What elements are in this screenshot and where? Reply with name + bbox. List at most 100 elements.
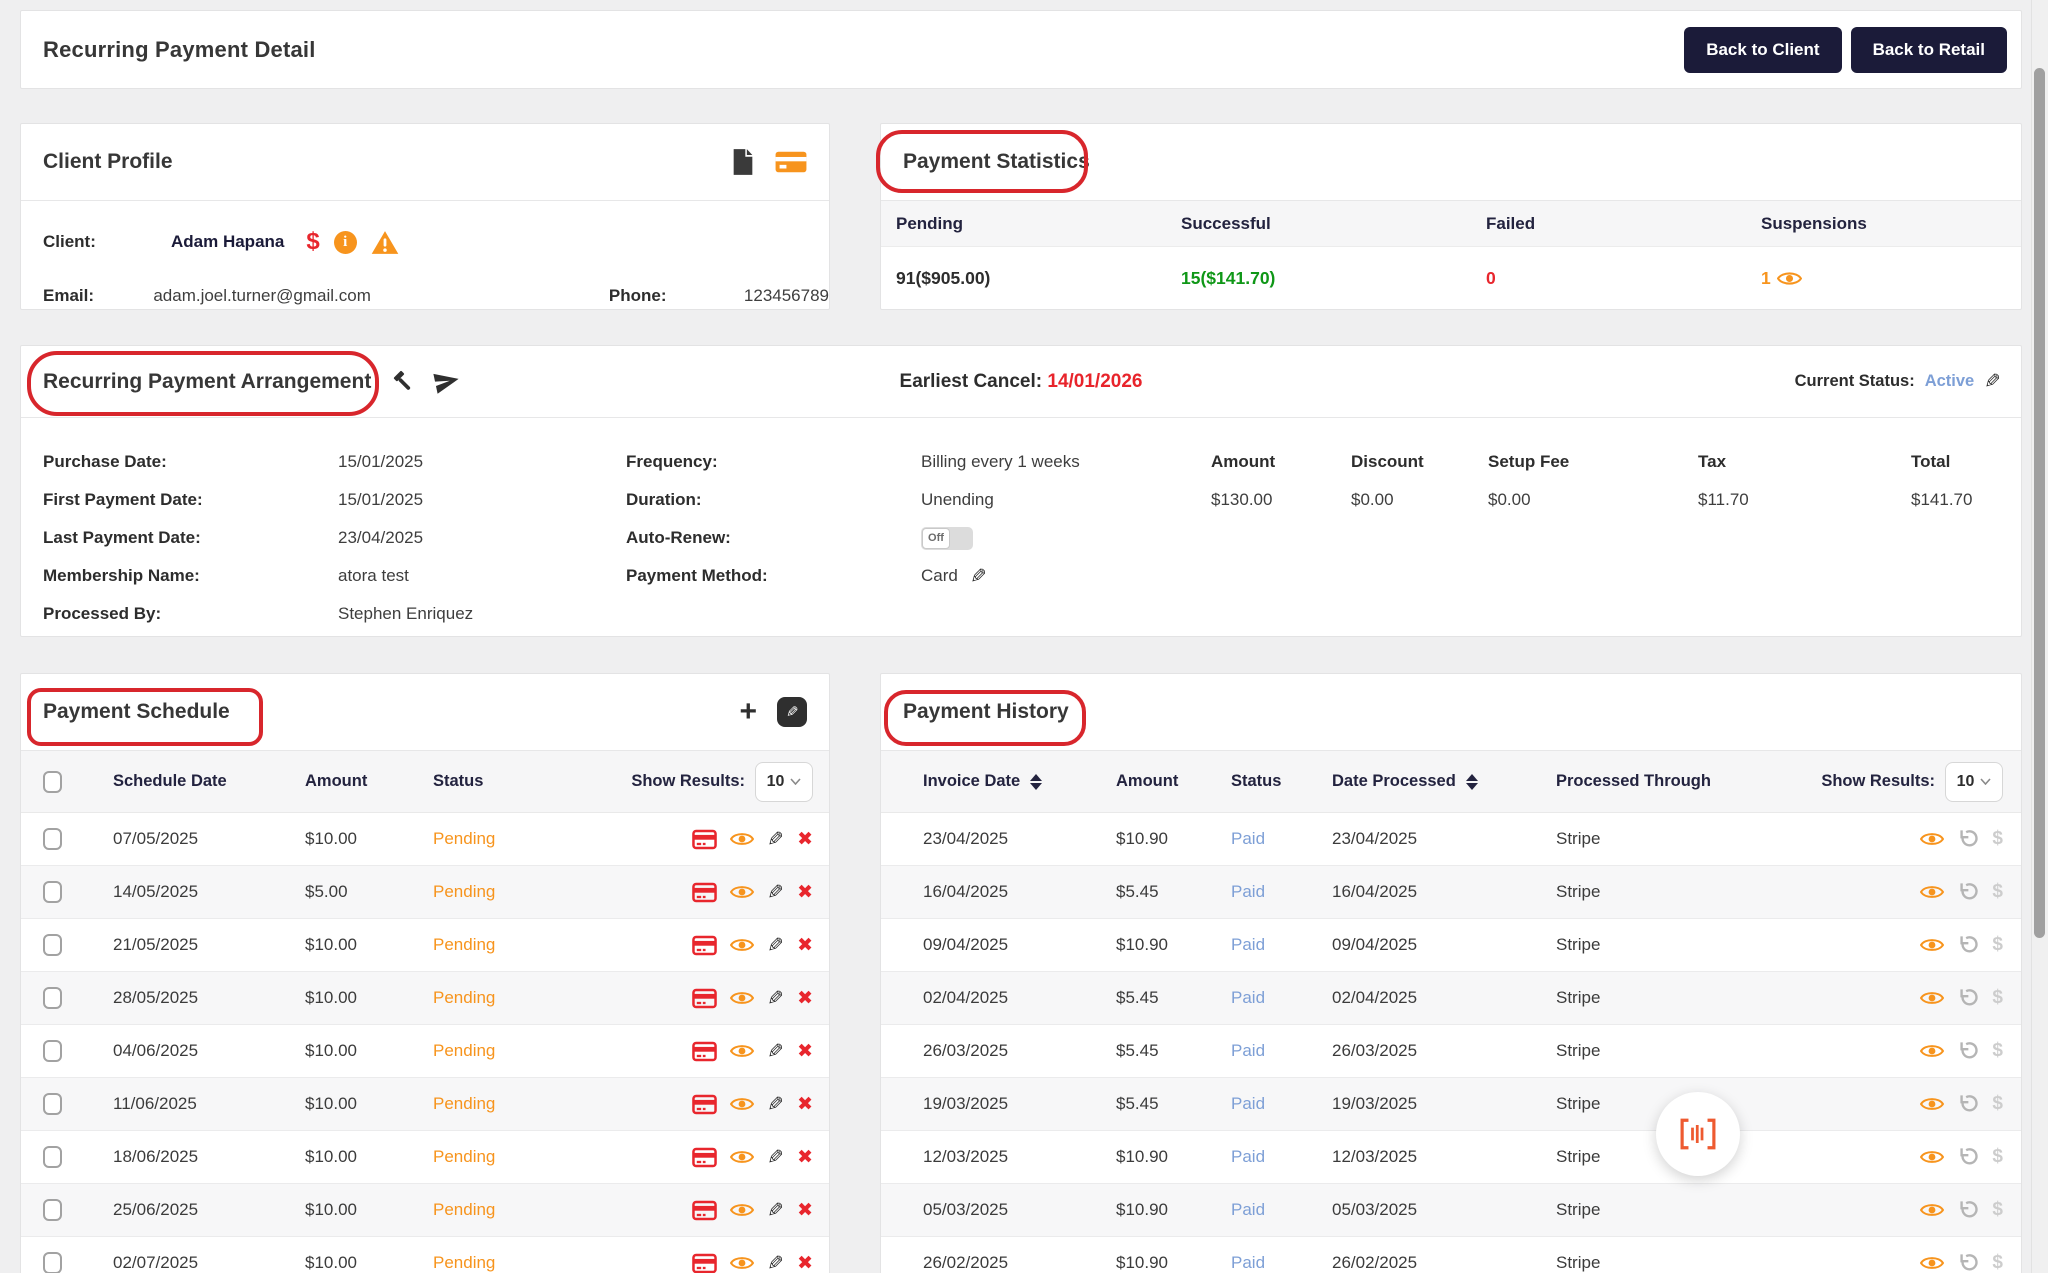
refund-icon[interactable] [1957, 1252, 1979, 1273]
charge-card-icon[interactable] [692, 935, 717, 956]
back-to-retail-button[interactable]: Back to Retail [1851, 27, 2007, 73]
charge-card-icon[interactable] [692, 829, 717, 850]
charge-amount-icon[interactable]: $ [1992, 934, 2003, 956]
refund-icon[interactable] [1957, 1093, 1979, 1115]
edit-schedule-icon[interactable]: ✎ [767, 1039, 784, 1064]
charge-card-icon[interactable] [692, 1041, 717, 1062]
charge-card-icon[interactable] [692, 988, 717, 1009]
gavel-icon[interactable] [389, 369, 415, 395]
view-invoice-icon[interactable] [1920, 1255, 1944, 1271]
charge-amount-icon[interactable]: $ [1992, 1146, 2003, 1168]
view-schedule-icon[interactable] [730, 831, 754, 847]
view-invoice-icon[interactable] [1920, 937, 1944, 953]
view-invoice-icon[interactable] [1920, 831, 1944, 847]
delete-schedule-icon[interactable]: ✖ [797, 1252, 813, 1273]
add-schedule-icon[interactable]: + [739, 697, 757, 727]
date-processed-sort-icon[interactable] [1466, 774, 1478, 790]
delete-schedule-icon[interactable]: ✖ [797, 1093, 813, 1116]
delete-schedule-icon[interactable]: ✖ [797, 987, 813, 1010]
suspensions-view-icon[interactable] [1777, 270, 1802, 287]
charge-amount-icon[interactable]: $ [1992, 1040, 2003, 1062]
delete-schedule-icon[interactable]: ✖ [797, 1199, 813, 1222]
edit-schedule-icon[interactable]: ✎ [767, 1251, 784, 1273]
view-schedule-icon[interactable] [730, 1043, 754, 1059]
edit-schedule-icon[interactable]: ✎ [767, 827, 784, 852]
schedule-row-checkbox[interactable] [43, 1146, 62, 1168]
refund-icon[interactable] [1957, 1199, 1979, 1221]
view-schedule-icon[interactable] [730, 884, 754, 900]
view-invoice-icon[interactable] [1920, 1202, 1944, 1218]
select-all-checkbox[interactable] [43, 771, 62, 793]
charge-amount-icon[interactable]: $ [1992, 881, 2003, 903]
edit-status-icon[interactable]: ✎ [1984, 369, 2001, 394]
client-info-icon[interactable]: i [334, 231, 357, 254]
delete-schedule-icon[interactable]: ✖ [797, 828, 813, 851]
view-schedule-icon[interactable] [730, 1202, 754, 1218]
charge-amount-icon[interactable]: $ [1992, 828, 2003, 850]
refund-icon[interactable] [1957, 1146, 1979, 1168]
charge-card-icon[interactable] [692, 1094, 717, 1115]
client-warning-icon[interactable] [371, 230, 399, 255]
schedule-row-checkbox[interactable] [43, 987, 62, 1009]
view-invoice-icon[interactable] [1920, 1149, 1944, 1165]
edit-schedule-icon[interactable]: ✎ [767, 986, 784, 1011]
view-schedule-icon[interactable] [730, 1096, 754, 1112]
invoice-date-column-header[interactable]: Invoice Date [923, 772, 1116, 791]
delete-schedule-icon[interactable]: ✖ [797, 934, 813, 957]
refund-icon[interactable] [1957, 828, 1979, 850]
view-schedule-icon[interactable] [730, 990, 754, 1006]
page-scrollbar-thumb[interactable] [2034, 68, 2045, 938]
view-invoice-icon[interactable] [1920, 990, 1944, 1006]
delete-schedule-icon[interactable]: ✖ [797, 881, 813, 904]
barcode-scan-button[interactable] [1656, 1092, 1740, 1176]
edit-schedule-icon[interactable]: ✎ [767, 933, 784, 958]
delete-schedule-icon[interactable]: ✖ [797, 1040, 813, 1063]
charge-card-icon[interactable] [692, 882, 717, 903]
client-payment-card-icon[interactable] [775, 150, 807, 174]
charge-amount-icon[interactable]: $ [1992, 1093, 2003, 1115]
bulk-edit-schedule-icon[interactable]: ✎ [777, 697, 807, 727]
payment-statistics-title: Payment Statistics [903, 150, 1090, 174]
client-notes-file-icon[interactable] [731, 148, 755, 176]
invoice-date-sort-icon[interactable] [1030, 774, 1042, 790]
auto-renew-toggle[interactable]: Off [921, 527, 973, 550]
view-schedule-icon[interactable] [730, 937, 754, 953]
back-to-client-button[interactable]: Back to Client [1684, 27, 1841, 73]
edit-payment-method-icon[interactable]: ✎ [970, 564, 987, 589]
client-name[interactable]: Adam Hapana [171, 232, 284, 252]
schedule-row-checkbox[interactable] [43, 1093, 62, 1115]
schedule-row-checkbox[interactable] [43, 1252, 62, 1273]
schedule-row-checkbox[interactable] [43, 1040, 62, 1062]
schedule-row-checkbox[interactable] [43, 934, 62, 956]
view-invoice-icon[interactable] [1920, 1096, 1944, 1112]
refund-icon[interactable] [1957, 881, 1979, 903]
charge-card-icon[interactable] [692, 1147, 717, 1168]
client-money-owing-icon[interactable]: $ [306, 228, 319, 256]
schedule-row-date: 02/07/2025 [113, 1253, 305, 1273]
schedule-row-checkbox[interactable] [43, 881, 62, 903]
date-processed-column-header[interactable]: Date Processed [1332, 772, 1556, 791]
view-schedule-icon[interactable] [730, 1255, 754, 1271]
view-schedule-icon[interactable] [730, 1149, 754, 1165]
edit-schedule-icon[interactable]: ✎ [767, 1092, 784, 1117]
refund-icon[interactable] [1957, 1040, 1979, 1062]
history-show-results-dropdown[interactable]: 10 [1945, 762, 2003, 802]
charge-card-icon[interactable] [692, 1200, 717, 1221]
charge-card-icon[interactable] [692, 1253, 717, 1273]
edit-schedule-icon[interactable]: ✎ [767, 1198, 784, 1223]
view-invoice-icon[interactable] [1920, 884, 1944, 900]
schedule-row-checkbox[interactable] [43, 1199, 62, 1221]
charge-amount-icon[interactable]: $ [1992, 1199, 2003, 1221]
view-invoice-icon[interactable] [1920, 1043, 1944, 1059]
refund-icon[interactable] [1957, 934, 1979, 956]
schedule-show-results-dropdown[interactable]: 10 [755, 762, 813, 802]
edit-schedule-icon[interactable]: ✎ [767, 1145, 784, 1170]
page-scrollbar-track[interactable] [2031, 0, 2048, 1273]
edit-schedule-icon[interactable]: ✎ [767, 880, 784, 905]
charge-amount-icon[interactable]: $ [1992, 987, 2003, 1009]
charge-amount-icon[interactable]: $ [1992, 1252, 2003, 1273]
delete-schedule-icon[interactable]: ✖ [797, 1146, 813, 1169]
refund-icon[interactable] [1957, 987, 1979, 1009]
send-notification-icon[interactable] [433, 368, 460, 395]
schedule-row-checkbox[interactable] [43, 828, 62, 850]
